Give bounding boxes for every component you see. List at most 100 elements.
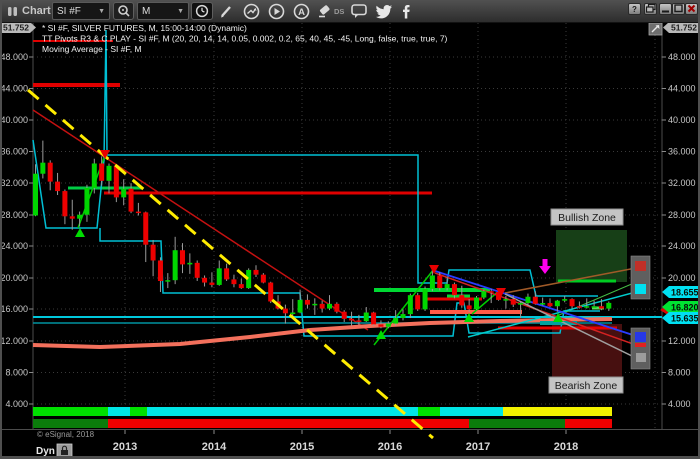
- candle-body-up: [525, 297, 530, 303]
- candle-body-down: [356, 320, 361, 322]
- price-tick-label-right: 12.000: [668, 336, 696, 346]
- candle-body-down: [378, 324, 383, 326]
- zone-label-text: Bearish Zone: [555, 380, 618, 392]
- chart-window: Chart SI #F ▼ M ▼: [0, 0, 700, 459]
- candle-body-down: [334, 304, 339, 312]
- candle-body-up: [107, 166, 112, 181]
- candle-body-down: [437, 275, 442, 288]
- chevron-down-icon: ▼: [177, 8, 184, 15]
- twitter-share-button[interactable]: [374, 2, 394, 20]
- candle-body-down: [261, 275, 266, 283]
- indicator-ribbon-top: [440, 407, 503, 416]
- year-label: 2017: [466, 441, 490, 453]
- maximize-button[interactable]: [672, 3, 685, 15]
- price-tick-label-right: 28.000: [668, 210, 696, 220]
- study-title-line: Moving Average - SI #F, M: [42, 44, 142, 54]
- price-tick-label-left: 44.000: [0, 84, 28, 94]
- indicator-ribbon-bottom: [33, 419, 108, 428]
- candle-body-down: [195, 263, 200, 278]
- scale-top-value-left: 51.752: [3, 23, 29, 33]
- year-label: 2014: [202, 441, 227, 453]
- eraser-button[interactable]: [316, 2, 333, 20]
- annotate-button[interactable]: A: [292, 2, 310, 20]
- indicator-ribbon-top: [503, 407, 612, 416]
- candle-body-down: [349, 319, 354, 321]
- price-tick-label-right: 32.000: [668, 178, 696, 188]
- study-title-line: * SI #F, SILVER FUTURES, M, 15:00-14:00 …: [42, 23, 247, 33]
- candle-body-up: [592, 306, 597, 308]
- title-bar: Chart SI #F ▼ M ▼: [0, 0, 700, 23]
- candle-body-down: [48, 163, 53, 182]
- candle-body-down: [511, 299, 516, 305]
- candle-body-up: [481, 291, 486, 297]
- time-template-button[interactable]: [191, 2, 213, 20]
- candle-body-down: [599, 306, 604, 308]
- indicator-ribbon-top: [108, 407, 130, 416]
- candle-body-up: [503, 299, 508, 301]
- zone-label-text: Bullish Zone: [558, 212, 616, 224]
- chat-button[interactable]: [349, 2, 369, 20]
- symbol-dropdown[interactable]: SI #F ▼: [52, 2, 110, 20]
- price-tick-label-right: 48.000: [668, 52, 696, 62]
- year-label: 2018: [554, 441, 578, 453]
- target-square: [635, 261, 646, 271]
- candle-body-down: [70, 216, 75, 218]
- candle-body-down: [129, 189, 134, 212]
- chat-bubble-icon: [350, 3, 368, 19]
- price-tick-label-left: 24.000: [0, 241, 28, 251]
- indicator-ribbon-top: [130, 407, 147, 416]
- pencil-icon: [219, 4, 234, 19]
- symbol-search-button[interactable]: [113, 2, 134, 20]
- price-tag-value: 15.635: [671, 314, 699, 324]
- dock-button[interactable]: [644, 3, 657, 15]
- candle-body-up: [423, 289, 428, 310]
- candle-body-down: [452, 284, 457, 295]
- study-title-line: TT Pivots R3 & C PLAY - SI #F, M (20, 20…: [42, 34, 448, 44]
- candle-body-down: [180, 250, 185, 264]
- play-circle-icon: [268, 3, 285, 20]
- draw-pencil-button[interactable]: [218, 2, 234, 20]
- retracement-icon: [243, 3, 260, 20]
- interval-dropdown[interactable]: M ▼: [137, 2, 189, 20]
- candle-body-up: [298, 300, 303, 313]
- candle-body-down: [268, 283, 273, 302]
- candle-body-up: [77, 215, 82, 219]
- candle-body-down: [577, 306, 582, 308]
- candle-body-down: [239, 284, 244, 288]
- candle-body-down: [202, 278, 207, 283]
- help-button[interactable]: ?: [628, 3, 641, 15]
- close-button[interactable]: [685, 3, 698, 15]
- candle-body-up: [555, 301, 560, 307]
- candle-body-down: [570, 299, 575, 306]
- ds-label: DS: [334, 2, 344, 20]
- letter-a-circle-icon: A: [293, 3, 310, 20]
- svg-text:A: A: [298, 7, 305, 18]
- facebook-icon: [401, 4, 413, 19]
- candle-body-down: [320, 304, 325, 309]
- price-tag-value: 18.655: [671, 288, 699, 298]
- candle-body-up: [312, 304, 317, 306]
- candle-body-down: [209, 283, 214, 285]
- price-tick-label-left: 12.000: [0, 336, 28, 346]
- price-tick-label-left: 36.000: [0, 147, 28, 157]
- candle-body-up: [386, 324, 391, 327]
- indicator-ribbon-top: [418, 407, 440, 416]
- candle-body-up: [327, 304, 332, 309]
- chevron-down-icon: ▼: [98, 8, 105, 15]
- candle-body-down: [467, 305, 472, 309]
- facebook-share-button[interactable]: [399, 2, 415, 20]
- year-label: 2015: [290, 441, 314, 453]
- eraser-icon: [317, 3, 333, 19]
- candle-body-down: [114, 166, 119, 198]
- price-tick-label-left: 4.000: [5, 399, 28, 409]
- target-square: [635, 284, 646, 294]
- price-tick-label-right: 40.000: [668, 115, 696, 125]
- price-tick-label-right: 8.000: [668, 368, 691, 378]
- candle-body-down: [99, 163, 104, 180]
- bearish-zone: [552, 324, 622, 378]
- dock-icon: [646, 4, 656, 13]
- playback-button[interactable]: [267, 2, 285, 20]
- minimize-button[interactable]: [659, 3, 672, 15]
- year-label: 2013: [113, 441, 137, 453]
- retracement-tool-button[interactable]: [242, 2, 260, 20]
